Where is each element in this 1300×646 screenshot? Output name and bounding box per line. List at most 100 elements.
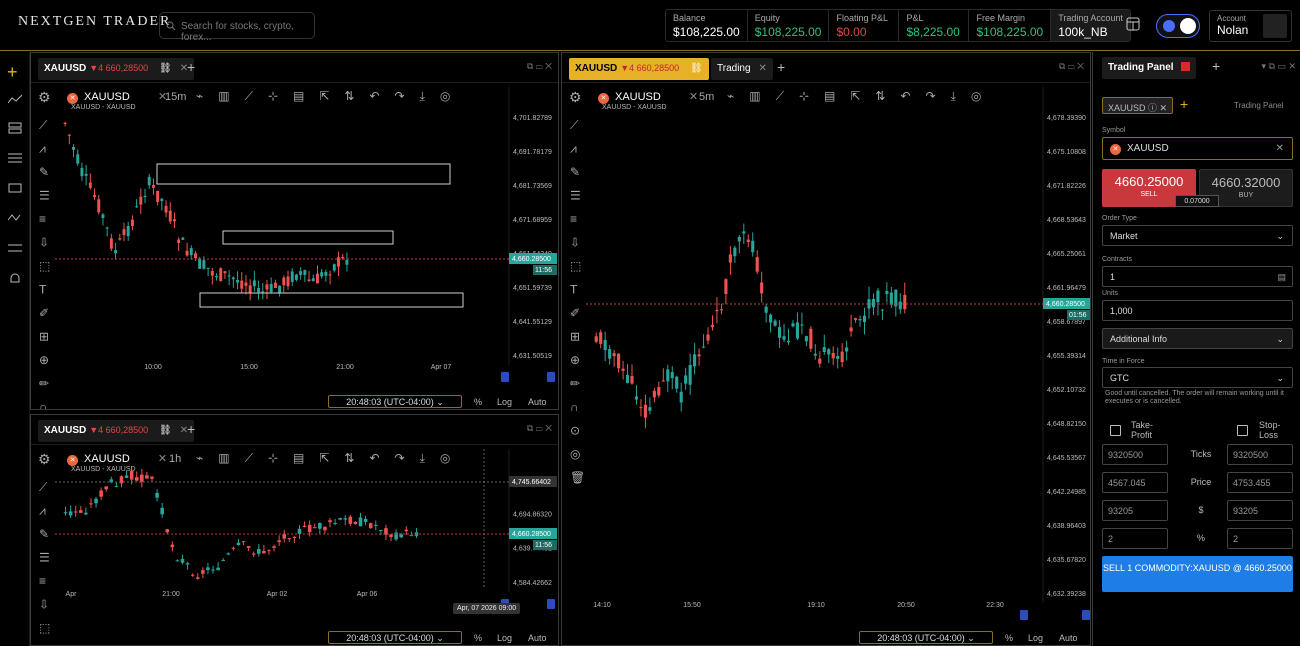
add-tab-icon[interactable]: + bbox=[1212, 58, 1220, 74]
stop-loss-field[interactable]: 93205 bbox=[1227, 500, 1293, 521]
tif-note: Good until cancelled. The order will rem… bbox=[1105, 390, 1284, 405]
stop-loss-field[interactable]: 9320500 bbox=[1227, 444, 1293, 465]
submit-order-button[interactable]: SELL 1 COMMODITY:XAUUSD @ 4660.25000 bbox=[1102, 556, 1293, 592]
countdown-label: 11:56 bbox=[535, 267, 552, 274]
candle-body bbox=[795, 322, 800, 339]
stop-loss-checkbox[interactable] bbox=[1237, 425, 1248, 436]
transfer-icon[interactable] bbox=[8, 212, 22, 224]
panel-title: Trading Panel bbox=[1234, 101, 1284, 110]
candle-body bbox=[800, 324, 804, 326]
drawing-tool-icon: T bbox=[39, 283, 47, 297]
log-toggle[interactable]: Log bbox=[497, 633, 512, 643]
search-input[interactable]: Search for stocks, crypto, forex... bbox=[159, 12, 315, 43]
drawing-tool-icon: ⇩ bbox=[39, 236, 49, 250]
add-symbol-icon[interactable]: + bbox=[1180, 96, 1188, 112]
drawing-tool-icon: ⊙ bbox=[570, 424, 580, 438]
drawing-tool-icon: ≡ bbox=[39, 212, 46, 226]
stat-1: Equity $108,225.00 bbox=[748, 10, 830, 41]
candle-body bbox=[297, 528, 302, 534]
log-toggle[interactable]: Log bbox=[497, 397, 512, 407]
take-profit-field[interactable]: 93205 bbox=[1102, 500, 1168, 521]
monitor-icon[interactable] bbox=[8, 183, 22, 195]
chart-legend: XAUUSD - XAUUSD bbox=[602, 104, 667, 111]
calculator-icon[interactable]: ▤ bbox=[1277, 272, 1286, 283]
drawing-tool-icon: ◎ bbox=[570, 447, 580, 461]
x-tick-label: 10:00 bbox=[144, 364, 162, 371]
candle-body bbox=[303, 270, 307, 275]
layers-icon[interactable] bbox=[8, 122, 22, 134]
log-toggle[interactable]: Log bbox=[1028, 633, 1043, 643]
drawing-tool-icon: ⊞ bbox=[570, 330, 580, 344]
candle-body bbox=[150, 476, 154, 479]
candle-body bbox=[885, 290, 889, 295]
candle-body bbox=[145, 475, 149, 479]
candle-body bbox=[124, 475, 129, 478]
candle-body bbox=[332, 264, 336, 271]
auto-toggle[interactable]: Auto bbox=[528, 397, 547, 407]
candle-body bbox=[73, 511, 78, 513]
candle-body bbox=[608, 349, 612, 359]
candle-body bbox=[715, 309, 719, 312]
percent-toggle[interactable]: % bbox=[1005, 633, 1013, 643]
take-profit-field[interactable]: 9320500 bbox=[1102, 444, 1168, 465]
candle-body bbox=[277, 540, 281, 543]
account-stats: Balance $108,225.00 Equity $108,225.00 Float… bbox=[665, 9, 1131, 42]
stop-loss-field[interactable]: 4753.455 bbox=[1227, 472, 1293, 493]
swap-icon[interactable] bbox=[8, 242, 22, 254]
contracts-input[interactable]: 1 ▤ bbox=[1102, 266, 1293, 287]
crosshair-price-label: 4,745.66402 bbox=[512, 479, 551, 486]
toggle-knob bbox=[1180, 18, 1196, 34]
chevron-down-icon: ⌄ bbox=[1276, 334, 1284, 344]
y-tick-label: 4,691.78179 bbox=[513, 149, 552, 156]
candle-body bbox=[786, 340, 791, 343]
bell-icon[interactable] bbox=[8, 272, 22, 286]
symbol-chip[interactable]: XAUUSD ⓘ ✕ bbox=[1102, 97, 1174, 114]
color-swatch-icon[interactable] bbox=[1181, 62, 1191, 71]
take-profit-field[interactable]: 4567.045 bbox=[1102, 472, 1168, 493]
candle-body bbox=[118, 238, 122, 240]
auto-toggle[interactable]: Auto bbox=[528, 633, 547, 643]
take-profit-checkbox[interactable] bbox=[1110, 425, 1121, 436]
plus-icon[interactable]: + bbox=[7, 62, 18, 83]
list-icon[interactable] bbox=[8, 152, 22, 164]
timezone-select[interactable]: 20:48:03 (UTC-04:00) ⌄ bbox=[859, 631, 993, 644]
percent-toggle[interactable]: % bbox=[474, 633, 482, 643]
candle-body bbox=[215, 275, 218, 278]
y-tick-label: 4,642.24985 bbox=[1047, 489, 1086, 496]
timezone-select[interactable]: 20:48:03 (UTC-04:00) ⌄ bbox=[328, 395, 462, 408]
candle-body bbox=[599, 332, 603, 344]
chevron-down-icon: ⌄ bbox=[1276, 373, 1284, 383]
candlestick-chart[interactable]: XAUUSD - XAUUSD 4,701.82789 4,691.78179 4,6… bbox=[31, 53, 558, 409]
y-tick-label: 4,632.39238 bbox=[1047, 591, 1086, 598]
units-input[interactable]: 1,000 bbox=[1102, 300, 1293, 321]
additional-info-toggle[interactable]: Additional Info ⌄ bbox=[1102, 328, 1293, 349]
account-menu[interactable]: Account Nolan bbox=[1209, 10, 1292, 42]
order-type-select[interactable]: Market ⌄ bbox=[1102, 225, 1293, 246]
zone-rectangle bbox=[222, 230, 394, 245]
calculator-icon[interactable] bbox=[1125, 16, 1141, 32]
candle-body bbox=[168, 210, 172, 222]
candle-body bbox=[206, 267, 210, 269]
window-controls-icon[interactable]: ▾ ⧉ ▭ ✕ bbox=[1262, 61, 1297, 72]
timezone-select[interactable]: 20:48:03 (UTC-04:00) ⌄ bbox=[328, 631, 462, 644]
candlestick-chart[interactable]: XAUUSD - XAUUSD 4,678.39390 4,675.10808 4,6… bbox=[562, 53, 1090, 645]
candle-body bbox=[156, 190, 160, 202]
candle-body bbox=[389, 534, 393, 538]
trend-line-icon[interactable] bbox=[8, 94, 22, 106]
percent-toggle[interactable]: % bbox=[474, 397, 482, 407]
theme-toggle[interactable] bbox=[1156, 14, 1200, 38]
take-profit-field[interactable]: 2 bbox=[1102, 528, 1168, 549]
candle-body bbox=[661, 380, 665, 382]
candle-body bbox=[630, 375, 634, 384]
auto-toggle[interactable]: Auto bbox=[1059, 633, 1078, 643]
scroll-handle bbox=[501, 372, 509, 382]
row-label: Price bbox=[1190, 477, 1212, 487]
stop-loss-field[interactable]: 2 bbox=[1227, 528, 1293, 549]
trading-panel-tab[interactable]: Trading Panel bbox=[1102, 57, 1197, 79]
tif-select[interactable]: GTC ⌄ bbox=[1102, 367, 1293, 388]
drawing-tool-icon: ⟋ bbox=[39, 118, 48, 132]
candle-body bbox=[302, 525, 307, 527]
clear-icon[interactable]: ✕ bbox=[1276, 143, 1284, 154]
stat-5[interactable]: Trading Account 100k_NB bbox=[1051, 10, 1130, 41]
symbol-field[interactable]: ✕ XAUUSD ✕ bbox=[1102, 137, 1293, 160]
